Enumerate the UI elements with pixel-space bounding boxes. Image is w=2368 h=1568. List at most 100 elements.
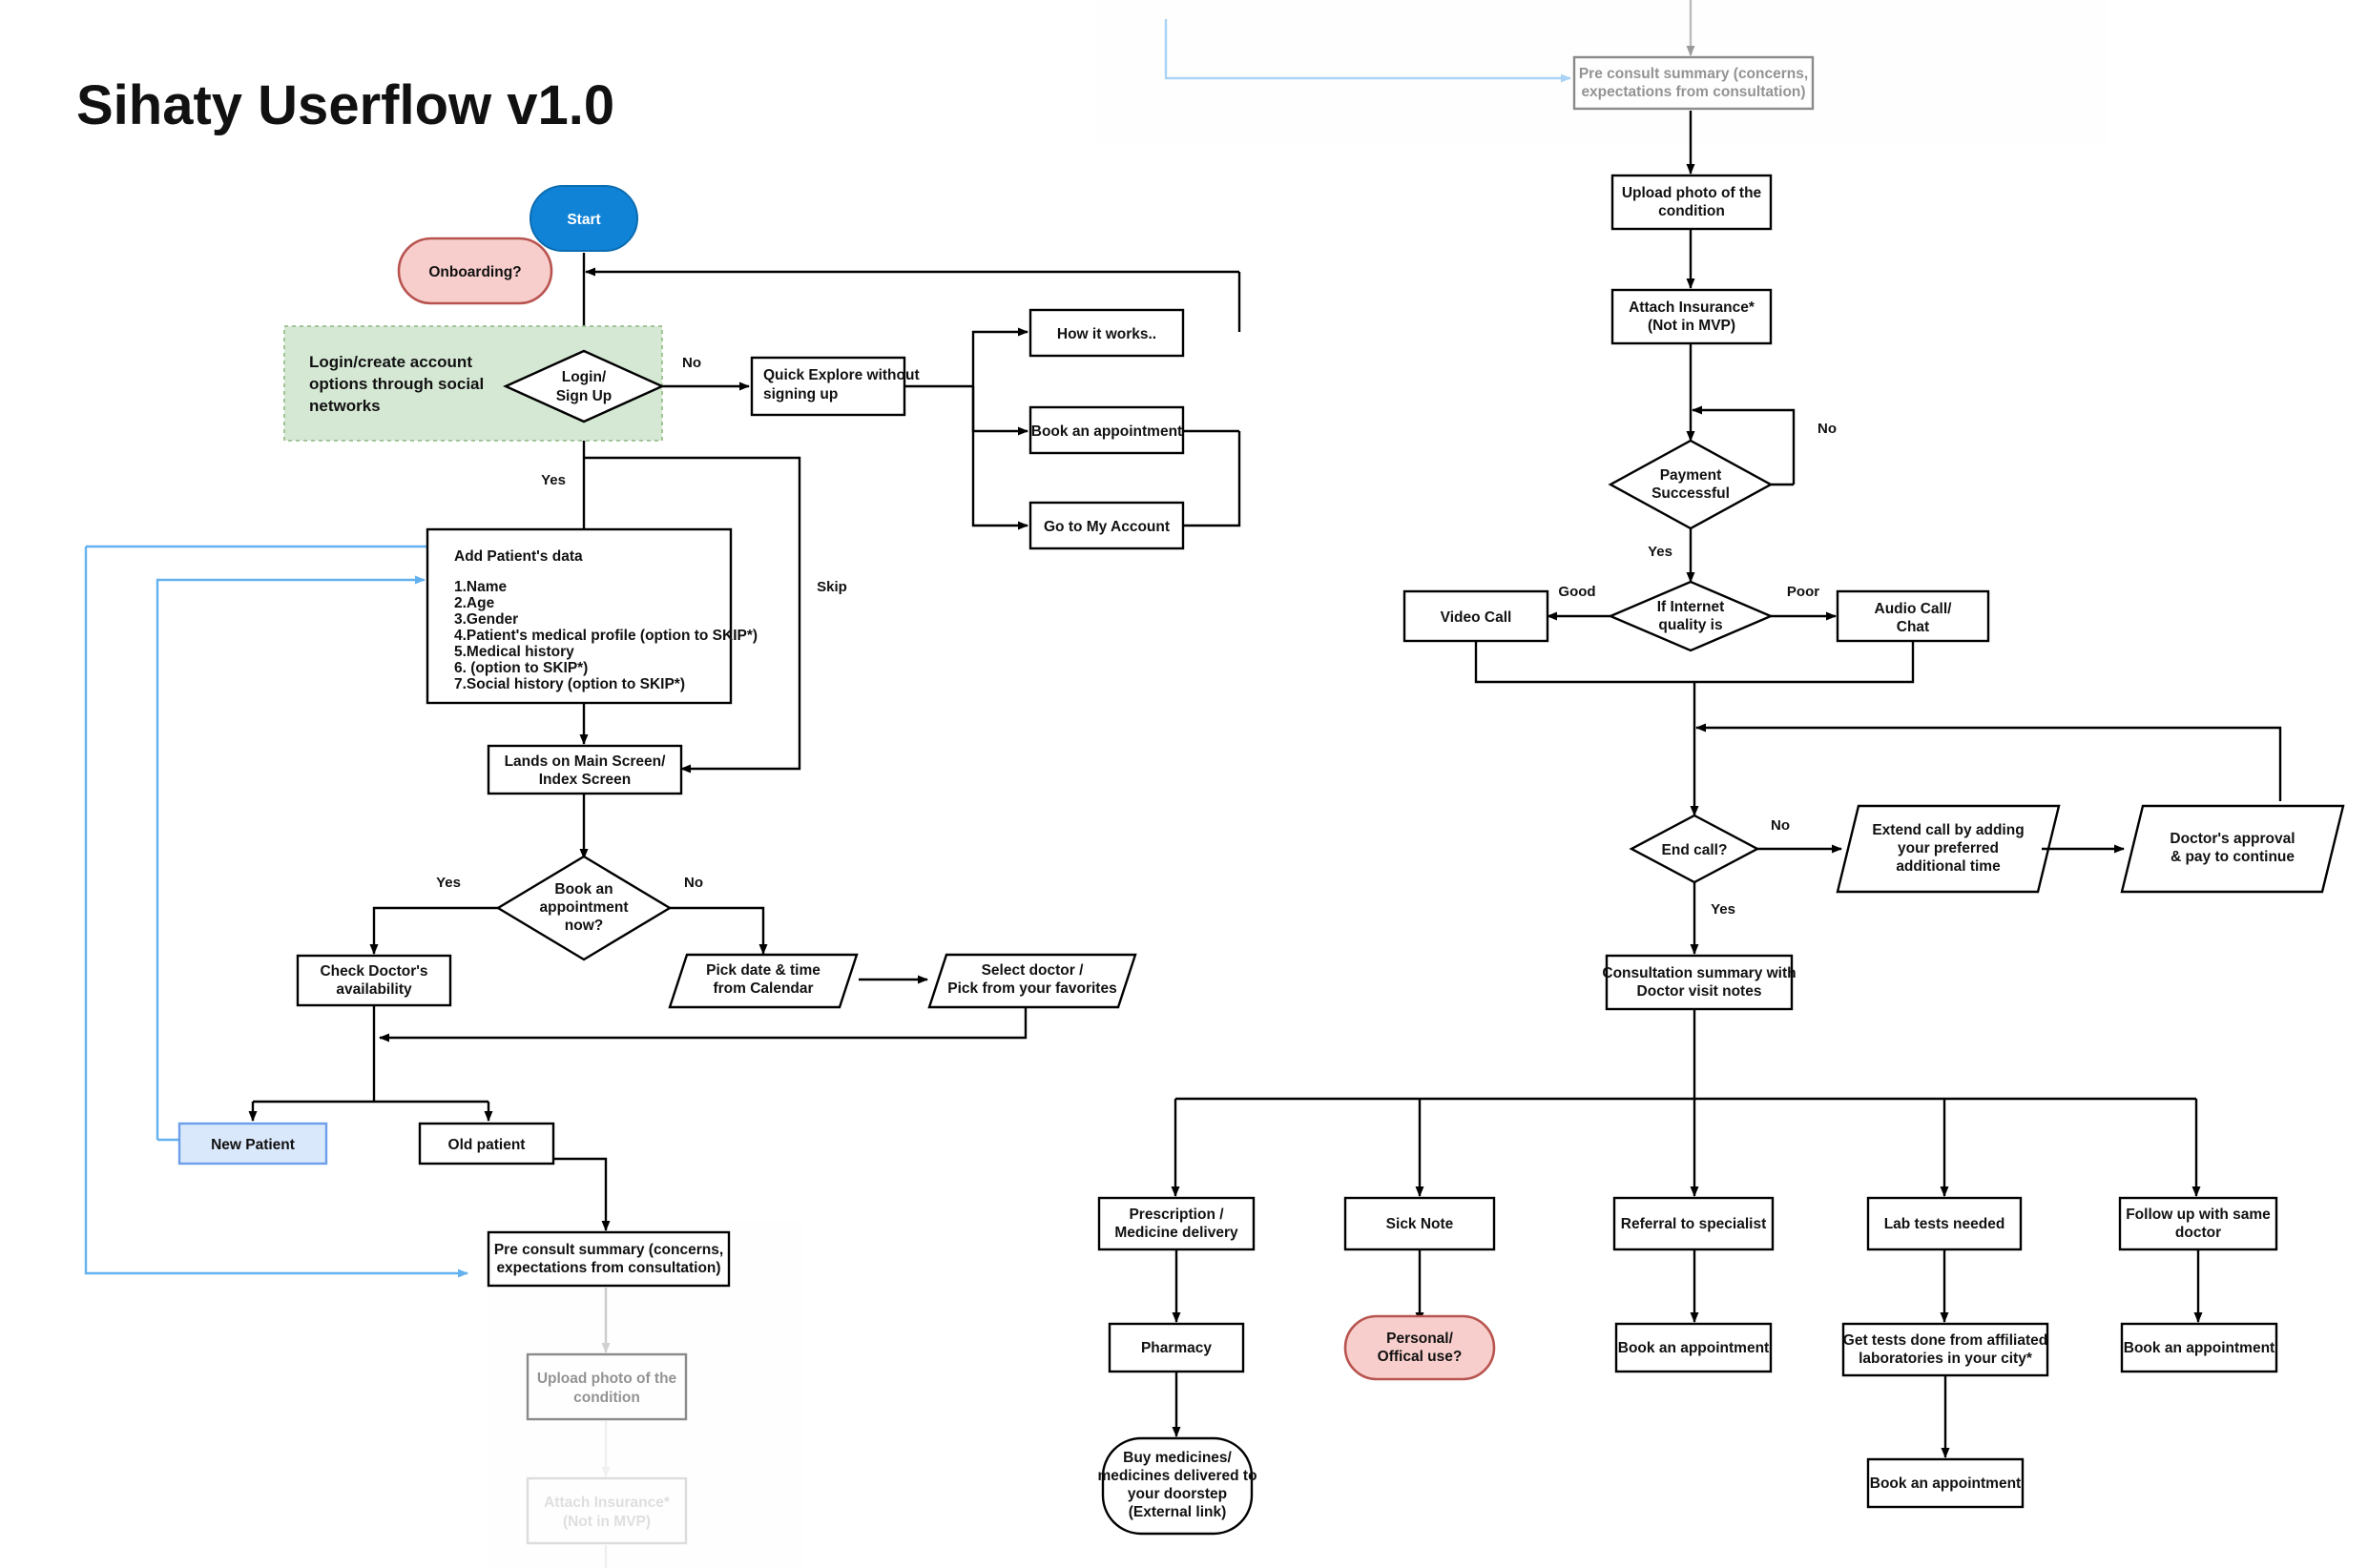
node-how-it-works[interactable]: How it works..	[1028, 308, 1185, 358]
edge-label-skip: Skip	[817, 579, 847, 595]
node-videocall-label: Video Call	[1441, 609, 1512, 626]
node-referral-label: Referral to specialist	[1621, 1216, 1766, 1232]
node-preconsult-ghost-line-1: expectations from consultation)	[1581, 84, 1805, 100]
node-old-patient[interactable]: Old patient	[418, 1122, 555, 1166]
note-login-line-0: Login/create account	[309, 353, 472, 371]
note-login-line-2: networks	[309, 397, 381, 415]
node-pick-date-time[interactable]: Pick date & time from Calendar	[668, 953, 859, 1009]
node-payment-line-1: Successful	[1651, 485, 1730, 502]
node-addpatient-item-2: 3.Gender	[454, 611, 518, 628]
edge-label-yes-book: Yes	[436, 875, 461, 891]
node-book-appointment-lab[interactable]: Book an appointment	[1866, 1457, 2025, 1509]
node-book-now-decision[interactable]: Book an appointment now?	[495, 855, 673, 961]
node-check-availability[interactable]: Check Doctor's availability	[296, 954, 452, 1007]
edge-label-no-payment: No	[1818, 421, 1837, 437]
node-select-doctor[interactable]: Select doctor / Pick from your favorites	[927, 953, 1137, 1009]
node-upload-line-0: Upload photo of the	[1622, 185, 1762, 201]
node-buy-medicines[interactable]: Buy medicines/ medicines delivered to yo…	[1097, 1436, 1257, 1536]
note-login-line-1: options through social	[309, 375, 484, 393]
node-approval-line-0: Doctor's approval	[2170, 831, 2295, 847]
node-audiocall-line-1: Chat	[1897, 619, 1929, 635]
node-follow-up[interactable]: Follow up with same doctor	[2118, 1196, 2278, 1251]
node-internet-quality[interactable]: If Internet quality is	[1607, 580, 1775, 652]
node-selectdoc-line-1: Pick from your favorites	[947, 980, 1116, 997]
node-addpatient-item-5: 6. (option to SKIP*)	[454, 660, 588, 676]
node-extendcall-line-2: additional time	[1896, 858, 2001, 875]
node-booknow-line-1: appointment	[540, 899, 629, 916]
node-preconsult-left-line-1: expectations from consultation)	[496, 1260, 720, 1276]
node-audio-call[interactable]: Audio Call/ Chat	[1836, 589, 1990, 643]
node-bookappt-followup-label: Book an appointment	[2124, 1340, 2275, 1356]
flowchart-canvas: Sihaty Userflow v1.0 No Yes Skip Yes No	[0, 0, 2368, 1568]
node-oldpatient-label: Old patient	[448, 1137, 526, 1153]
node-attach-insurance[interactable]: Attach Insurance* (Not in MVP)	[1610, 288, 1773, 345]
node-prescription-line-1: Medicine delivery	[1114, 1225, 1238, 1241]
svg-text:condition: condition	[573, 1390, 640, 1406]
node-book-appointment-explore[interactable]: Book an appointment	[1028, 405, 1185, 455]
node-insurance-line-1: (Not in MVP)	[1648, 318, 1735, 334]
node-pre-consult-summary-left[interactable]: Pre consult summary (concerns, expectati…	[487, 1230, 731, 1288]
node-start[interactable]: Start	[530, 185, 638, 252]
node-upload-line-1: condition	[1658, 203, 1725, 219]
edge-label-yes-payment: Yes	[1648, 544, 1672, 560]
node-payment-line-0: Payment	[1660, 467, 1722, 484]
node-referral-specialist[interactable]: Referral to specialist	[1612, 1196, 1775, 1251]
node-video-call[interactable]: Video Call	[1402, 589, 1549, 643]
node-book-appointment-referral[interactable]: Book an appointment	[1614, 1322, 1773, 1373]
node-pickdate-line-1: from Calendar	[713, 980, 813, 997]
node-bookappt-explore-label: Book an appointment	[1031, 423, 1182, 440]
node-booknow-line-0: Book an	[554, 881, 613, 897]
node-lands-line-0: Lands on Main Screen/	[505, 753, 667, 770]
edge-label-no-login: No	[682, 355, 701, 371]
node-pickdate-line-0: Pick date & time	[706, 962, 820, 979]
node-payment-successful[interactable]: Payment Successful	[1608, 439, 1774, 530]
svg-text:(Not in MVP): (Not in MVP)	[563, 1514, 651, 1530]
node-lab-tests[interactable]: Lab tests needed	[1866, 1196, 2023, 1251]
node-extend-call[interactable]: Extend call by adding your preferred add…	[1836, 804, 2061, 894]
node-lands-main-screen[interactable]: Lands on Main Screen/ Index Screen	[487, 744, 683, 795]
node-sicknote-label: Sick Note	[1386, 1216, 1454, 1232]
edge-book-yes	[369, 906, 498, 955]
node-consultsummary-line-0: Consultation summary with	[1602, 965, 1796, 981]
node-gotomyaccount-label: Go to My Account	[1044, 519, 1170, 535]
node-go-to-my-account[interactable]: Go to My Account	[1028, 501, 1185, 550]
node-sick-note[interactable]: Sick Note	[1343, 1196, 1496, 1251]
node-end-call[interactable]: End call?	[1629, 814, 1760, 884]
node-addpatient-item-0: 1.Name	[454, 579, 508, 595]
node-upload-photo[interactable]: Upload photo of the condition	[1610, 174, 1773, 231]
edge-label-no-book: No	[684, 875, 703, 891]
node-new-patient[interactable]: New Patient	[177, 1122, 328, 1166]
node-insurance-line-0: Attach Insurance*	[1629, 299, 1755, 316]
node-personal-official[interactable]: Personal/ Offical use?	[1343, 1314, 1496, 1381]
node-prescription[interactable]: Prescription / Medicine delivery	[1097, 1196, 1256, 1251]
node-gettests-line-1: laboratories in your city*	[1859, 1351, 2033, 1367]
node-pharmacy[interactable]: Pharmacy	[1108, 1322, 1245, 1373]
node-onboarding[interactable]: Onboarding?	[397, 237, 553, 305]
node-lands-line-1: Index Screen	[539, 772, 632, 788]
edge-label-yes-login: Yes	[541, 472, 566, 488]
edge-oldpatient-to-preconsult	[553, 1157, 611, 1231]
node-start-label: Start	[567, 212, 600, 228]
node-get-tests[interactable]: Get tests done from affiliated laborator…	[1841, 1322, 2049, 1377]
node-buymeds-line-1: medicines delivered to	[1097, 1468, 1257, 1484]
edge-book-no	[670, 906, 768, 955]
node-quick-explore[interactable]: Quick Explore without signing up	[750, 356, 920, 417]
node-consultation-summary[interactable]: Consultation summary with Doctor visit n…	[1602, 954, 1797, 1011]
node-checkavail-line-0: Check Doctor's	[320, 963, 427, 980]
node-endcall-label: End call?	[1662, 842, 1728, 858]
node-add-patient-data[interactable]: Add Patient's data 1.Name 2.Age 3.Gender…	[426, 527, 758, 705]
node-bookappt-referral-label: Book an appointment	[1618, 1340, 1769, 1356]
edge-label-good: Good	[1558, 584, 1595, 600]
node-addpatient-item-6: 7.Social history (option to SKIP*)	[454, 676, 685, 692]
node-doctors-approval[interactable]: Doctor's approval & pay to continue	[2120, 804, 2345, 894]
svg-text:Attach Insurance*: Attach Insurance*	[544, 1495, 671, 1511]
node-buymeds-line-0: Buy medicines/	[1123, 1450, 1232, 1466]
flowchart-svg: Sihaty Userflow v1.0 No Yes Skip Yes No	[76, 0, 2345, 1568]
node-prescription-line-0: Prescription /	[1129, 1207, 1224, 1223]
node-book-appointment-followup[interactable]: Book an appointment	[2120, 1322, 2278, 1373]
node-gettests-line-0: Get tests done from affiliated	[1843, 1332, 2047, 1349]
node-booknow-line-2: now?	[565, 918, 603, 934]
edge-label-no-endcall: No	[1771, 817, 1790, 834]
node-login-line-1: Sign Up	[556, 388, 613, 404]
node-personal-line-1: Offical use?	[1378, 1349, 1463, 1365]
